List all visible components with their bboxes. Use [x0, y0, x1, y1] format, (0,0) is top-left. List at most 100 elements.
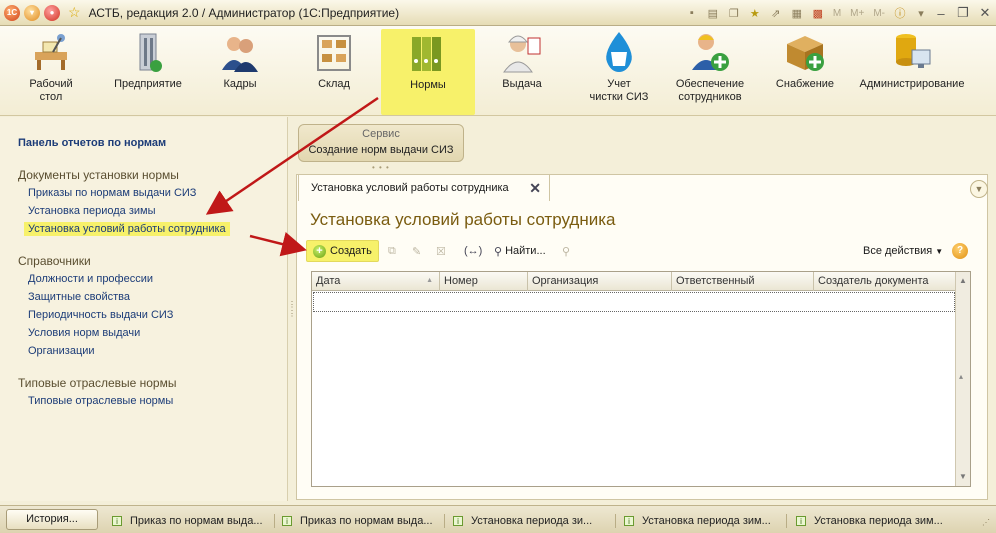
section-desktop[interactable]: Рабочий стол [18, 30, 84, 104]
service-resize-grip-icon[interactable]: • • • [372, 163, 390, 172]
favorites-star-icon[interactable]: ☆ [68, 4, 81, 21]
nav-link-protective-properties[interactable]: Защитные свойства [28, 291, 130, 303]
section-warehouse[interactable]: Склад [302, 30, 366, 91]
info-menu-chevron-icon[interactable]: ▾ [912, 4, 930, 22]
section-hr[interactable]: Кадры [208, 30, 272, 91]
column-organization[interactable]: Организация [528, 272, 672, 291]
tab-work-conditions[interactable]: Установка условий работы сотрудника ✕ [298, 174, 550, 201]
column-organization-label: Организация [532, 275, 599, 287]
copy-icon[interactable]: ❐ [725, 4, 743, 22]
all-actions-menu[interactable]: Все действия ▼ [863, 240, 943, 262]
resize-grip-icon[interactable]: ⋰ [982, 518, 990, 527]
nav-link-issue-periodicity[interactable]: Периодичность выдачи СИЗ [28, 309, 173, 321]
create-button[interactable]: + Создать [306, 240, 379, 262]
service-create-norms-link[interactable]: Создание норм выдачи СИЗ [299, 144, 463, 156]
section-procurement[interactable]: Снабжение [770, 30, 840, 91]
task-separator [444, 514, 445, 528]
edit-pencil-icon[interactable]: ✎ [412, 240, 421, 262]
document-icon: i [282, 516, 292, 526]
print-icon[interactable]: ▤ [704, 4, 722, 22]
help-icon[interactable]: ? [952, 243, 968, 259]
cancel-search-icon[interactable]: ⚲ [562, 240, 570, 262]
binders-icon [412, 37, 441, 71]
create-button-label: Создать [330, 245, 372, 257]
restore-button[interactable]: ❐ [952, 4, 974, 22]
section-procurement-label: Снабжение [775, 78, 835, 90]
document-icon: i [624, 516, 634, 526]
refresh-icon[interactable]: (↔) [464, 240, 482, 262]
app-logo-icon[interactable]: 1С [4, 4, 20, 21]
section-hr-label: Кадры [223, 78, 257, 90]
history-button[interactable]: История... [6, 509, 98, 530]
nav-link-norm-conditions[interactable]: Условия норм выдачи [28, 327, 140, 339]
section-administration[interactable]: Администрирование [856, 30, 968, 91]
water-drop-icon [606, 32, 632, 72]
nav-link-organizations[interactable]: Организации [28, 345, 95, 357]
minimize-button[interactable]: – [930, 4, 952, 22]
section-warehouse-label: Склад [318, 78, 350, 90]
desk-icon [35, 34, 67, 70]
person-add-icon [692, 34, 729, 71]
section-norms[interactable]: Нормы [381, 29, 475, 115]
info-icon[interactable]: ⓘ [891, 4, 909, 22]
section-issue[interactable]: Выдача [494, 30, 550, 91]
task-separator [274, 514, 275, 528]
magnifier-icon: ⚲ [494, 245, 503, 258]
delete-icon[interactable]: ☒ [436, 240, 446, 262]
section-ppe-cleaning[interactable]: Учет чистки СИЗ [578, 30, 660, 104]
group-references-title: Справочники [18, 254, 91, 268]
section-ppe-cleaning-label: Учет чистки СИЗ [589, 78, 649, 103]
section-employee-supply[interactable]: Обеспечение сотрудников [670, 30, 750, 104]
task-window-2[interactable]: i Приказ по нормам выда... [282, 512, 440, 530]
close-button[interactable]: ✕ [974, 4, 996, 22]
task-window-1[interactable]: i Приказ по нормам выда... [112, 512, 270, 530]
table-header: Дата ▲ Номер Организация Ответственный Со… [312, 272, 956, 291]
find-button[interactable]: ⚲ Найти... [494, 240, 546, 262]
table-row[interactable] [313, 292, 955, 312]
nav-link-positions[interactable]: Должности и профессии [28, 273, 153, 285]
save-icon[interactable]: ▪ [683, 4, 701, 22]
scroll-down-icon[interactable]: ▼ [956, 470, 970, 484]
home-icon[interactable]: ● [44, 4, 60, 21]
column-number[interactable]: Номер [440, 272, 528, 291]
column-creator[interactable]: Создатель документа [814, 272, 956, 291]
open-windows-bar: История... i Приказ по нормам выда... i Пр… [0, 505, 996, 533]
vertical-scrollbar[interactable]: ▲ ▴ ▼ [955, 272, 970, 486]
panel-splitter-handle[interactable]: ⋮ ⋮ [288, 300, 296, 320]
column-date[interactable]: Дата ▲ [312, 272, 440, 291]
task-window-3-label: Установка периода зи... [471, 515, 593, 527]
scroll-up-icon[interactable]: ▲ [956, 274, 970, 288]
memory-mplus-button[interactable]: M+ [847, 4, 867, 22]
task-window-3[interactable]: i Установка периода зи... [453, 512, 611, 530]
reports-panel-link[interactable]: Панель отчетов по нормам [18, 137, 166, 149]
nav-link-winter-period[interactable]: Установка периода зимы [28, 205, 156, 217]
form-title: Установка условий работы сотрудника [310, 210, 616, 229]
dropdown-menu-icon[interactable]: ▾ [24, 4, 40, 21]
find-button-label: Найти... [505, 245, 546, 257]
collapse-chevron-icon[interactable]: ▼ [970, 180, 988, 198]
nav-link-work-conditions[interactable]: Установка условий работы сотрудника [24, 222, 230, 236]
calendar-icon[interactable]: ▩ [809, 4, 827, 22]
documents-table[interactable]: Дата ▲ Номер Организация Ответственный Со… [311, 271, 971, 487]
link-icon[interactable]: ⇗ [767, 4, 785, 22]
memory-mminus-button[interactable]: M- [870, 4, 888, 22]
section-enterprise[interactable]: Предприятие [108, 30, 188, 91]
service-title: Сервис [362, 128, 400, 140]
nav-link-standard-norms[interactable]: Типовые отраслевые нормы [28, 395, 173, 407]
column-responsible[interactable]: Ответственный [672, 272, 814, 291]
copy-item-icon[interactable]: ⧉ [388, 240, 396, 262]
task-window-5[interactable]: i Установка периода зим... [796, 512, 954, 530]
scroll-grip-icon[interactable]: ▴ [959, 372, 963, 381]
group-standard-norms-title: Типовые отраслевые нормы [18, 376, 177, 390]
service-panel: Сервис Создание норм выдачи СИЗ [298, 124, 464, 162]
task-window-1-label: Приказ по нормам выда... [130, 515, 263, 527]
column-number-label: Номер [444, 275, 478, 287]
memory-m-button[interactable]: M [830, 4, 844, 22]
nav-link-ppe-orders[interactable]: Приказы по нормам выдачи СИЗ [28, 187, 196, 199]
add-favorite-icon[interactable]: ★ [746, 4, 764, 22]
task-window-4[interactable]: i Установка периода зим... [624, 512, 782, 530]
tab-close-icon[interactable]: ✕ [529, 180, 541, 197]
calculator-icon[interactable]: ▦ [788, 4, 806, 22]
task-separator [786, 514, 787, 528]
section-issue-label: Выдача [502, 78, 542, 90]
